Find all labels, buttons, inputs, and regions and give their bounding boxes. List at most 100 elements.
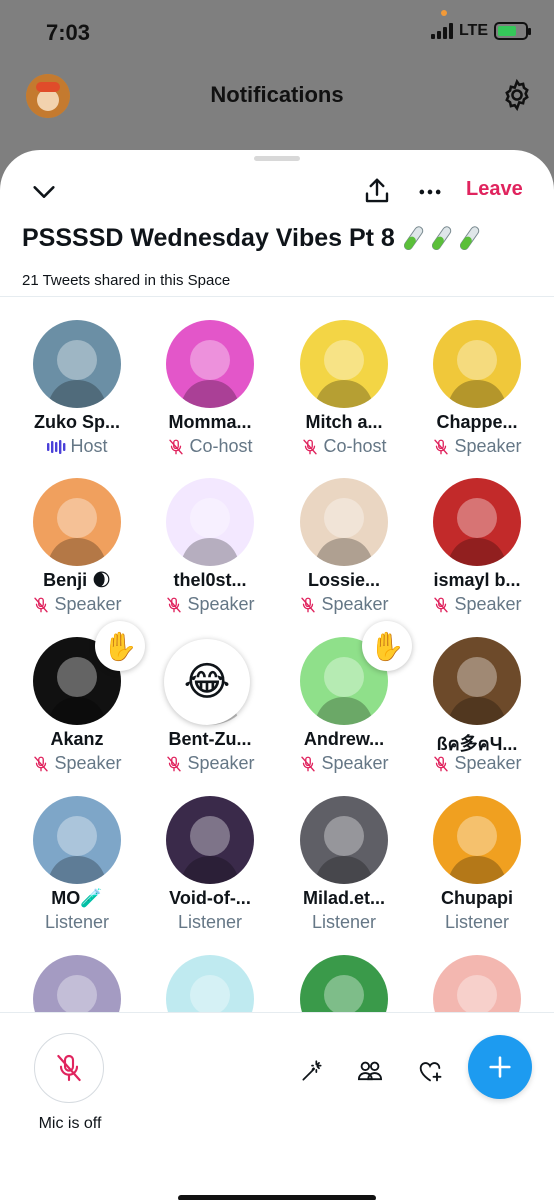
participant-role-label: Co-host: [189, 436, 253, 456]
participant[interactable]: ismayl b... Speaker: [417, 468, 537, 618]
participant[interactable]: MO🧪 Listener: [17, 786, 137, 936]
mic-off-icon: [167, 438, 185, 456]
avatar[interactable]: [300, 796, 388, 884]
avatar[interactable]: [33, 478, 121, 566]
participant-role-label: Speaker: [54, 753, 122, 773]
participant-role: Speaker: [17, 594, 137, 615]
space-subtitle[interactable]: 21 Tweets shared in this Space: [22, 272, 230, 289]
mic-off-icon: [32, 596, 50, 614]
status-icons: LTE: [430, 22, 531, 40]
participant-role: Host: [17, 436, 137, 457]
participant[interactable]: Andrew... Speaker ✋: [284, 621, 412, 777]
participant-role: Co-host: [150, 436, 270, 457]
participant[interactable]: ßค多คЧ... Speaker: [417, 627, 537, 777]
participant[interactable]: thel0st... Speaker: [150, 468, 270, 618]
home-indicator: [178, 1195, 376, 1200]
participant-role-label: Listener: [444, 912, 510, 932]
mic-off-icon: [432, 596, 450, 614]
magic-wand-icon[interactable]: [296, 1055, 328, 1087]
avatar[interactable]: [166, 320, 254, 408]
participant-role: Speaker: [150, 753, 270, 774]
participant-role: Speaker: [150, 594, 270, 615]
avatar[interactable]: [433, 796, 521, 884]
participant[interactable]: Zuko Sp... Host: [17, 310, 137, 460]
plus-icon: [489, 1056, 511, 1078]
participant-role: Listener: [417, 912, 537, 933]
participant-role-label: Listener: [44, 912, 110, 932]
participant-role-label: Co-host: [323, 436, 387, 456]
participant-role-label: Speaker: [321, 753, 389, 773]
mic-off-icon: [57, 1054, 81, 1082]
participant-name: Chupapi: [441, 888, 513, 908]
avatar[interactable]: [433, 478, 521, 566]
participant-role-label: Host: [70, 436, 108, 456]
heart-plus-icon[interactable]: [414, 1055, 446, 1087]
participant-role: Speaker: [417, 436, 537, 457]
participant-role: Listener: [17, 912, 137, 933]
participant-role: Speaker: [417, 753, 537, 774]
participant-role-label: Listener: [177, 912, 243, 932]
participant[interactable]: Milad.et... Listener: [284, 786, 404, 936]
participant[interactable]: Chupapi Listener: [417, 786, 537, 936]
participant[interactable]: Bent-Zu... Speaker 😂: [150, 627, 270, 777]
participant[interactable]: Momma... Co-host: [150, 310, 270, 460]
divider: [0, 296, 554, 297]
reaction-emoji: 😂: [164, 639, 250, 725]
compose-button[interactable]: [468, 1035, 532, 1099]
space-title: PSSSSD Wednesday Vibes Pt 8: [22, 224, 481, 253]
participant-role-label: Speaker: [187, 753, 255, 773]
avatar[interactable]: [33, 796, 121, 884]
participant-role: Speaker: [284, 753, 404, 774]
participant-name: Benji 🌒: [43, 570, 111, 590]
participant[interactable]: Lossie... Speaker: [284, 468, 404, 618]
participant-name: Momma...: [168, 412, 252, 432]
notifications-header: Notifications: [0, 62, 554, 132]
avatar[interactable]: [300, 478, 388, 566]
participant-role: Listener: [150, 912, 270, 933]
participant-name: Chappe...: [436, 412, 518, 432]
participant-role-label: Speaker: [454, 594, 522, 614]
participant[interactable]: Void-of-... Listener: [150, 786, 270, 936]
more-icon[interactable]: [412, 174, 448, 210]
participant-role: Speaker: [417, 594, 537, 615]
mic-off-icon: [165, 755, 183, 773]
mic-off-icon: [165, 596, 183, 614]
participant[interactable]: Mitch a... Co-host: [284, 310, 404, 460]
avatar[interactable]: [166, 796, 254, 884]
participant-role: Co-host: [284, 436, 404, 457]
participant-name: Andrew...: [303, 729, 385, 749]
space-controls-bar: Mic is off: [0, 1012, 554, 1200]
space-actions-bar: Leave: [0, 170, 554, 214]
sheet-grabber[interactable]: [254, 156, 300, 161]
people-icon[interactable]: [354, 1055, 386, 1087]
avatar[interactable]: [33, 320, 121, 408]
avatar[interactable]: [166, 478, 254, 566]
avatar[interactable]: [433, 637, 521, 725]
participant-role-label: Speaker: [454, 436, 522, 456]
participant-role: Listener: [284, 912, 404, 933]
status-bar: 7:03 LTE: [0, 0, 554, 62]
participant[interactable]: Akanz Speaker ✋: [17, 621, 145, 777]
participant-role-label: Speaker: [454, 753, 522, 773]
avatar[interactable]: [433, 320, 521, 408]
space-title-text: PSSSSD Wednesday Vibes Pt 8: [22, 224, 395, 252]
participant-name: Lossie...: [307, 570, 381, 590]
participant-name: thel0st...: [173, 570, 247, 590]
avatar[interactable]: [300, 320, 388, 408]
gear-icon[interactable]: [500, 78, 534, 112]
reaction-emoji: ✋: [362, 621, 412, 671]
mic-toggle-button[interactable]: [34, 1033, 104, 1103]
mic-off-icon: [32, 755, 50, 773]
leave-button[interactable]: Leave: [466, 178, 523, 201]
participant-name: Void-of-...: [169, 888, 251, 908]
participant-name: Mitch a...: [305, 412, 383, 432]
page-title: Notifications: [210, 82, 344, 107]
mic-off-icon: [432, 438, 450, 456]
participant-role-label: Speaker: [54, 594, 122, 614]
participant-name: Akanz: [50, 729, 104, 749]
participant-name: Milad.et...: [302, 888, 385, 908]
chevron-down-icon[interactable]: [26, 174, 62, 210]
participant[interactable]: Chappe... Speaker: [417, 310, 537, 460]
participant[interactable]: Benji 🌒 Speaker: [17, 468, 137, 618]
share-icon[interactable]: [358, 172, 396, 210]
